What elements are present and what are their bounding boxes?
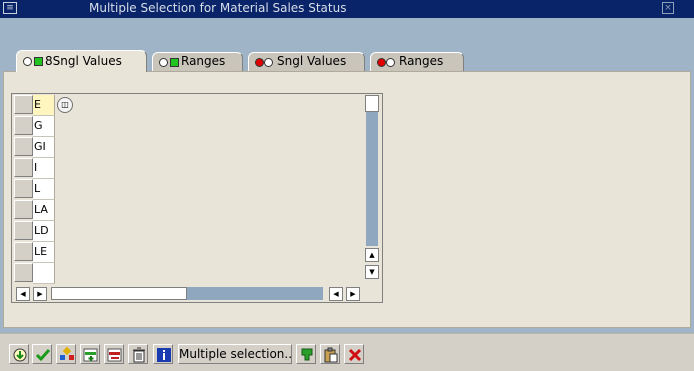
delete-row-icon	[107, 348, 122, 362]
value-cell[interactable]: LE	[33, 242, 55, 263]
row-selector[interactable]	[14, 263, 33, 282]
green-lamp-icon	[159, 57, 181, 67]
scroll-up-icon[interactable]: ▲	[365, 248, 379, 262]
select-all-icon	[60, 347, 74, 360]
tab-label: Sngl Values	[277, 54, 347, 68]
table-row[interactable]: LD	[14, 221, 56, 242]
info-button[interactable]	[153, 344, 173, 364]
row-selector[interactable]	[14, 242, 33, 261]
value-cell[interactable]: LA	[33, 200, 55, 221]
value-cell[interactable]: G	[33, 116, 55, 137]
row-selector[interactable]	[14, 179, 33, 198]
sap-window-icon[interactable]: ≡	[3, 2, 17, 14]
close-icon[interactable]: ×	[662, 2, 674, 14]
scroll-left-icon[interactable]: ◀	[16, 287, 30, 301]
scroll-down-icon[interactable]: ▼	[365, 265, 379, 279]
info-icon	[157, 348, 171, 362]
red-lamp-icon	[377, 57, 399, 67]
cancel-icon	[348, 348, 362, 362]
value-cell[interactable]: GI	[33, 137, 55, 158]
row-selector[interactable]	[14, 158, 33, 177]
import-clipboard-icon	[301, 348, 313, 361]
table-row[interactable]: E	[14, 95, 56, 116]
execute-icon	[13, 348, 27, 362]
tab-single-values-include[interactable]: 8Sngl Values	[16, 50, 147, 72]
delete-row-button[interactable]	[104, 344, 124, 364]
value-cell[interactable]: E	[33, 95, 55, 116]
bottom-toolbar: Multiple selection..	[0, 333, 694, 371]
value-cell[interactable]: I	[33, 158, 55, 179]
table-row[interactable]: G	[14, 116, 56, 137]
red-lamp-icon	[255, 57, 277, 67]
table-row[interactable]: I	[14, 158, 56, 179]
paste-icon	[324, 347, 338, 363]
tab-single-values-exclude[interactable]: Sngl Values	[248, 52, 365, 71]
insert-row-icon	[83, 348, 98, 362]
scroll-left-icon[interactable]: ◀	[329, 287, 343, 301]
horizontal-scroll-thumb[interactable]	[51, 287, 187, 300]
tab-label: Ranges	[399, 54, 444, 68]
table-row[interactable]: LA	[14, 200, 56, 221]
tab-ranges-include[interactable]: Ranges	[152, 52, 243, 71]
paste-button[interactable]	[320, 344, 340, 364]
vertical-scrollbar[interactable]: ▲ ▼	[365, 95, 380, 282]
row-selector[interactable]	[14, 95, 33, 114]
vertical-scroll-track[interactable]	[366, 112, 378, 246]
multiple-selection-button[interactable]: Multiple selection..	[178, 344, 292, 364]
table-row[interactable]	[14, 263, 56, 284]
scroll-right-icon[interactable]: ▶	[33, 287, 47, 301]
check-icon	[35, 349, 51, 362]
copy-button[interactable]	[32, 344, 52, 364]
value-help-icon[interactable]: ◫	[57, 97, 73, 113]
green-lamp-icon	[23, 56, 45, 66]
row-selector[interactable]	[14, 221, 33, 240]
tab-panel: E G GI I L LA LD LE ◫ ▲ ▼ ◀ ▶ ◀ ▶	[3, 71, 691, 328]
tab-ranges-exclude[interactable]: Ranges	[370, 52, 464, 71]
delete-all-button[interactable]	[128, 344, 148, 364]
value-cell[interactable]	[33, 263, 55, 284]
table-row[interactable]: LE	[14, 242, 56, 263]
row-selector[interactable]	[14, 200, 33, 219]
import-clipboard-button[interactable]	[296, 344, 316, 364]
table-row[interactable]: GI	[14, 137, 56, 158]
tab-label: 8Sngl Values	[45, 54, 122, 68]
values-table: E G GI I L LA LD LE ◫ ▲ ▼ ◀ ▶ ◀ ▶	[11, 93, 383, 303]
cancel-button[interactable]	[344, 344, 364, 364]
trash-icon	[133, 347, 145, 363]
insert-row-button[interactable]	[80, 344, 100, 364]
vertical-scroll-thumb[interactable]	[365, 95, 379, 112]
tab-label: Ranges	[181, 54, 226, 68]
row-selector[interactable]	[14, 116, 33, 135]
execute-button[interactable]	[9, 344, 29, 364]
value-cell[interactable]: L	[33, 179, 55, 200]
scroll-right-icon[interactable]: ▶	[346, 287, 360, 301]
select-all-button[interactable]	[56, 344, 76, 364]
window-title: Multiple Selection for Material Sales St…	[89, 1, 347, 15]
row-selector[interactable]	[14, 137, 33, 156]
title-bar: ≡ Multiple Selection for Material Sales …	[0, 0, 694, 18]
table-row[interactable]: L	[14, 179, 56, 200]
value-cell[interactable]: LD	[33, 221, 55, 242]
